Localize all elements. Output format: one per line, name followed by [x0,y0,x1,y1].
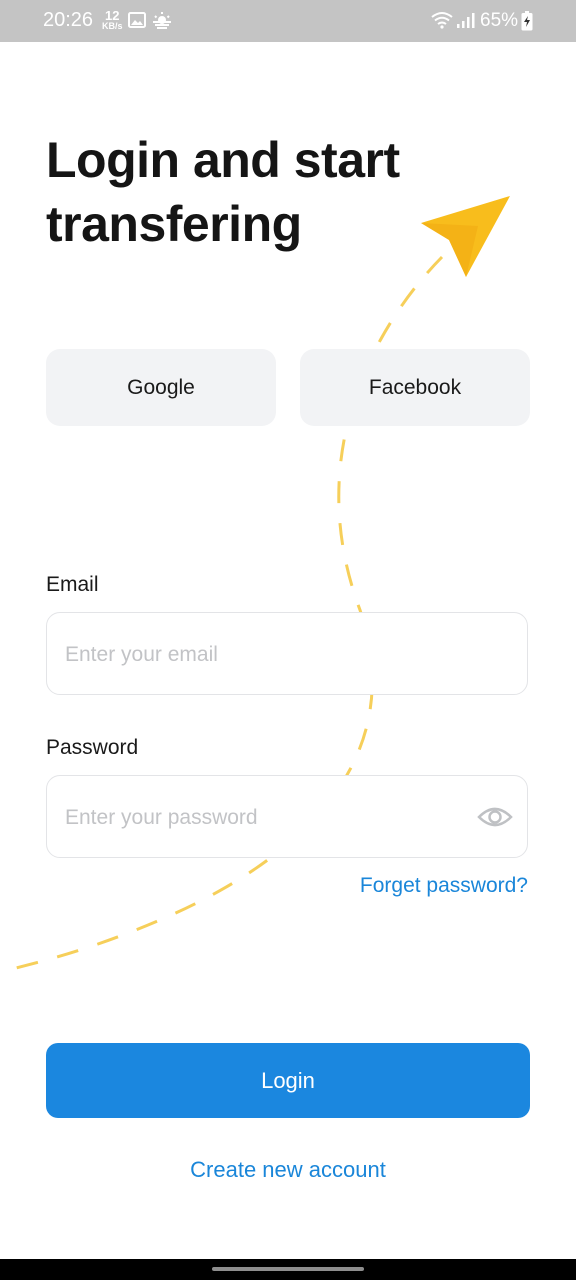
google-login-button[interactable]: Google [46,349,276,426]
login-button[interactable]: Login [46,1043,530,1118]
status-bar: 20:26 12 KB/s 65% [0,0,576,42]
password-field-container [46,775,528,859]
navigation-bar [0,1259,576,1280]
status-time: 20:26 [43,9,94,31]
eye-icon[interactable] [477,802,513,832]
weather-icon [153,12,171,29]
network-speed-unit: KB/s [102,21,123,31]
password-label: Password [46,736,139,759]
password-field[interactable] [63,776,467,859]
network-speed: 12 KB/s [102,9,123,31]
email-field-container [46,612,528,696]
image-icon [128,12,146,28]
email-field[interactable] [63,613,467,696]
signal-icon [457,13,475,28]
battery-percent: 65% [480,10,519,31]
home-indicator[interactable] [212,1267,364,1271]
page-title: Login and start transfering [46,132,400,252]
create-account-link[interactable]: Create new account [0,1157,576,1183]
email-label: Email [46,573,99,596]
forget-password-link[interactable]: Forget password? [360,874,528,898]
facebook-login-button[interactable]: Facebook [300,349,530,426]
wifi-icon [431,12,453,29]
battery-icon [521,11,533,31]
